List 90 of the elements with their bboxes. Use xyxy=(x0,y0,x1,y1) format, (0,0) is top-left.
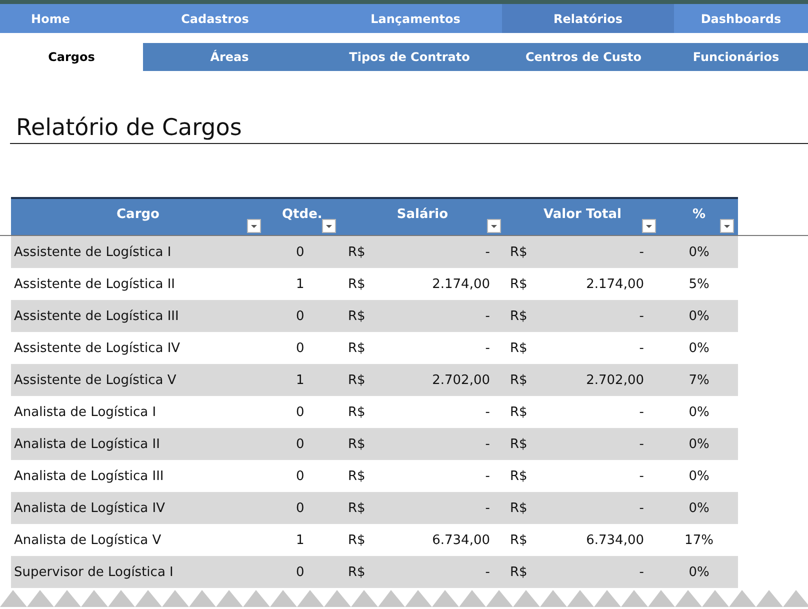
table-cell-text: - xyxy=(484,468,491,484)
table-cell-text: R$ xyxy=(347,564,366,580)
table-cell-text: 0 xyxy=(295,340,306,356)
table-cell-text: 2.174,00 xyxy=(585,276,645,292)
table-cell-text: - xyxy=(484,404,491,420)
table-cell-text: - xyxy=(484,436,491,452)
table-cell-text: - xyxy=(484,340,491,356)
menu-tab[interactable]: Relatórios xyxy=(502,4,674,33)
table-cell-text: R$ xyxy=(509,564,528,580)
column-header: Cargo xyxy=(116,207,160,222)
table-cell-text: 7% xyxy=(688,372,710,388)
table-cell-text: R$ xyxy=(347,404,366,420)
table-cell-text: 1 xyxy=(295,372,306,388)
table-cell-text: 2.702,00 xyxy=(585,372,645,388)
table-cell-text: 6.734,00 xyxy=(431,532,491,548)
filter-dropdown-icon[interactable] xyxy=(247,219,261,233)
submenu-tab[interactable]: Cargos xyxy=(0,43,143,71)
table-cell-text: - xyxy=(638,404,645,420)
table-cell-text: 17% xyxy=(684,532,714,548)
table-cell-text: - xyxy=(638,468,645,484)
table-cell-text: Assistente de Logística V xyxy=(13,372,178,388)
table-cell-text: 0 xyxy=(295,436,306,452)
table-cell-text: R$ xyxy=(347,244,366,260)
table-cell-text: Assistente de Logística IV xyxy=(13,340,182,356)
table-cell-text: R$ xyxy=(509,468,528,484)
table-cell-text: R$ xyxy=(509,532,528,548)
table-cell-text: 0% xyxy=(688,500,710,516)
table-cell-text: R$ xyxy=(509,244,528,260)
table-cell-text: Assistente de Logística I xyxy=(13,244,172,260)
table-cell-text: - xyxy=(638,244,645,260)
table-cell-text: 0% xyxy=(688,244,710,260)
column-header: Valor Total xyxy=(544,207,622,222)
table-cell-text: R$ xyxy=(347,308,366,324)
table-cell-text: 2.702,00 xyxy=(431,372,491,388)
table-cell-text: 0 xyxy=(295,308,306,324)
table-cell-text: - xyxy=(638,340,645,356)
table-cell-text: Analista de Logística II xyxy=(13,436,161,452)
table-cell-text: Analista de Logística I xyxy=(13,404,158,420)
table-cell-text: 0% xyxy=(688,468,710,484)
table-cell-text: - xyxy=(484,308,491,324)
table-cell-text: R$ xyxy=(509,340,528,356)
table-cell-text: R$ xyxy=(509,436,528,452)
table-cell-text: Analista de Logística V xyxy=(13,532,162,548)
table-cell-text: 5% xyxy=(688,276,710,292)
filter-dropdown-icon[interactable] xyxy=(487,219,501,233)
table-cell-text: 0% xyxy=(688,564,710,580)
table-cell-text: Assistente de Logística III xyxy=(13,308,180,324)
table-cell-text: Analista de Logística IV xyxy=(13,500,166,516)
table-cell-text: - xyxy=(484,564,491,580)
table-cell-text: 0 xyxy=(295,244,306,260)
table-cell-text: 0% xyxy=(688,436,710,452)
filter-dropdown-icon[interactable] xyxy=(720,219,734,233)
filter-dropdown-icon[interactable] xyxy=(642,219,656,233)
table-cell-text: R$ xyxy=(347,276,366,292)
table-cell-text: R$ xyxy=(509,500,528,516)
table-cell-text: 0% xyxy=(688,340,710,356)
table-cell-text: - xyxy=(638,308,645,324)
table-cell-text: Supervisor de Logística I xyxy=(13,564,174,580)
table-cell-text: - xyxy=(638,500,645,516)
table-cell-text: 0% xyxy=(688,308,710,324)
table-cell-text: 2.174,00 xyxy=(431,276,491,292)
column-header: % xyxy=(692,207,706,222)
table-cell-text: 0 xyxy=(295,404,306,420)
column-header: Salário xyxy=(396,207,448,222)
table-cell-text: 0 xyxy=(295,500,306,516)
table-cell-text: R$ xyxy=(347,372,366,388)
table-cell-text: - xyxy=(638,564,645,580)
table-cell-text: Assistente de Logística II xyxy=(13,276,176,292)
filter-dropdown-icon[interactable] xyxy=(322,219,336,233)
table-cell-text: - xyxy=(638,436,645,452)
table-cell-text: 1 xyxy=(295,532,306,548)
table-cell-text: 0 xyxy=(295,564,306,580)
table-cell-text: R$ xyxy=(347,468,366,484)
table-cell-text: R$ xyxy=(347,436,366,452)
column-header: Qtde. xyxy=(282,207,322,222)
table-cell-text: 6.734,00 xyxy=(585,532,645,548)
table-cell-text: 0% xyxy=(688,404,710,420)
table-cell-text: R$ xyxy=(347,500,366,516)
table-cell-text: R$ xyxy=(509,276,528,292)
table-cell-text: R$ xyxy=(509,404,528,420)
report-title: Relatório de Cargos xyxy=(10,115,808,144)
table-cell-text: R$ xyxy=(347,532,366,548)
table-cell-text: - xyxy=(484,500,491,516)
table-cell-text: 0 xyxy=(295,468,306,484)
table-cell-text: R$ xyxy=(509,308,528,324)
table-cell-text: Analista de Logística III xyxy=(13,468,165,484)
table-cell-text: R$ xyxy=(347,340,366,356)
table-cell-text: R$ xyxy=(509,372,528,388)
table-cell-text: - xyxy=(484,244,491,260)
table-cell-text: 1 xyxy=(295,276,306,292)
